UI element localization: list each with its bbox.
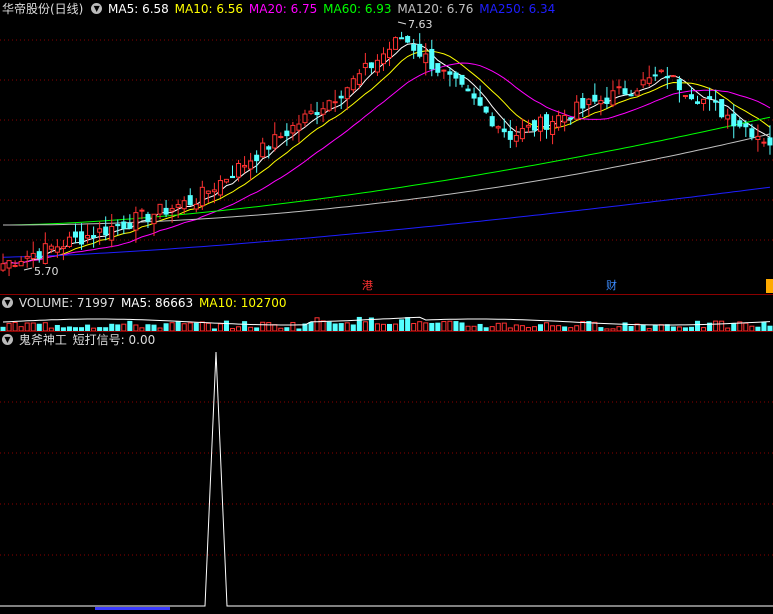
indicator-chart[interactable] (0, 0, 773, 614)
signal-spike-line (0, 351, 773, 607)
time-scroll-indicator (95, 607, 170, 610)
